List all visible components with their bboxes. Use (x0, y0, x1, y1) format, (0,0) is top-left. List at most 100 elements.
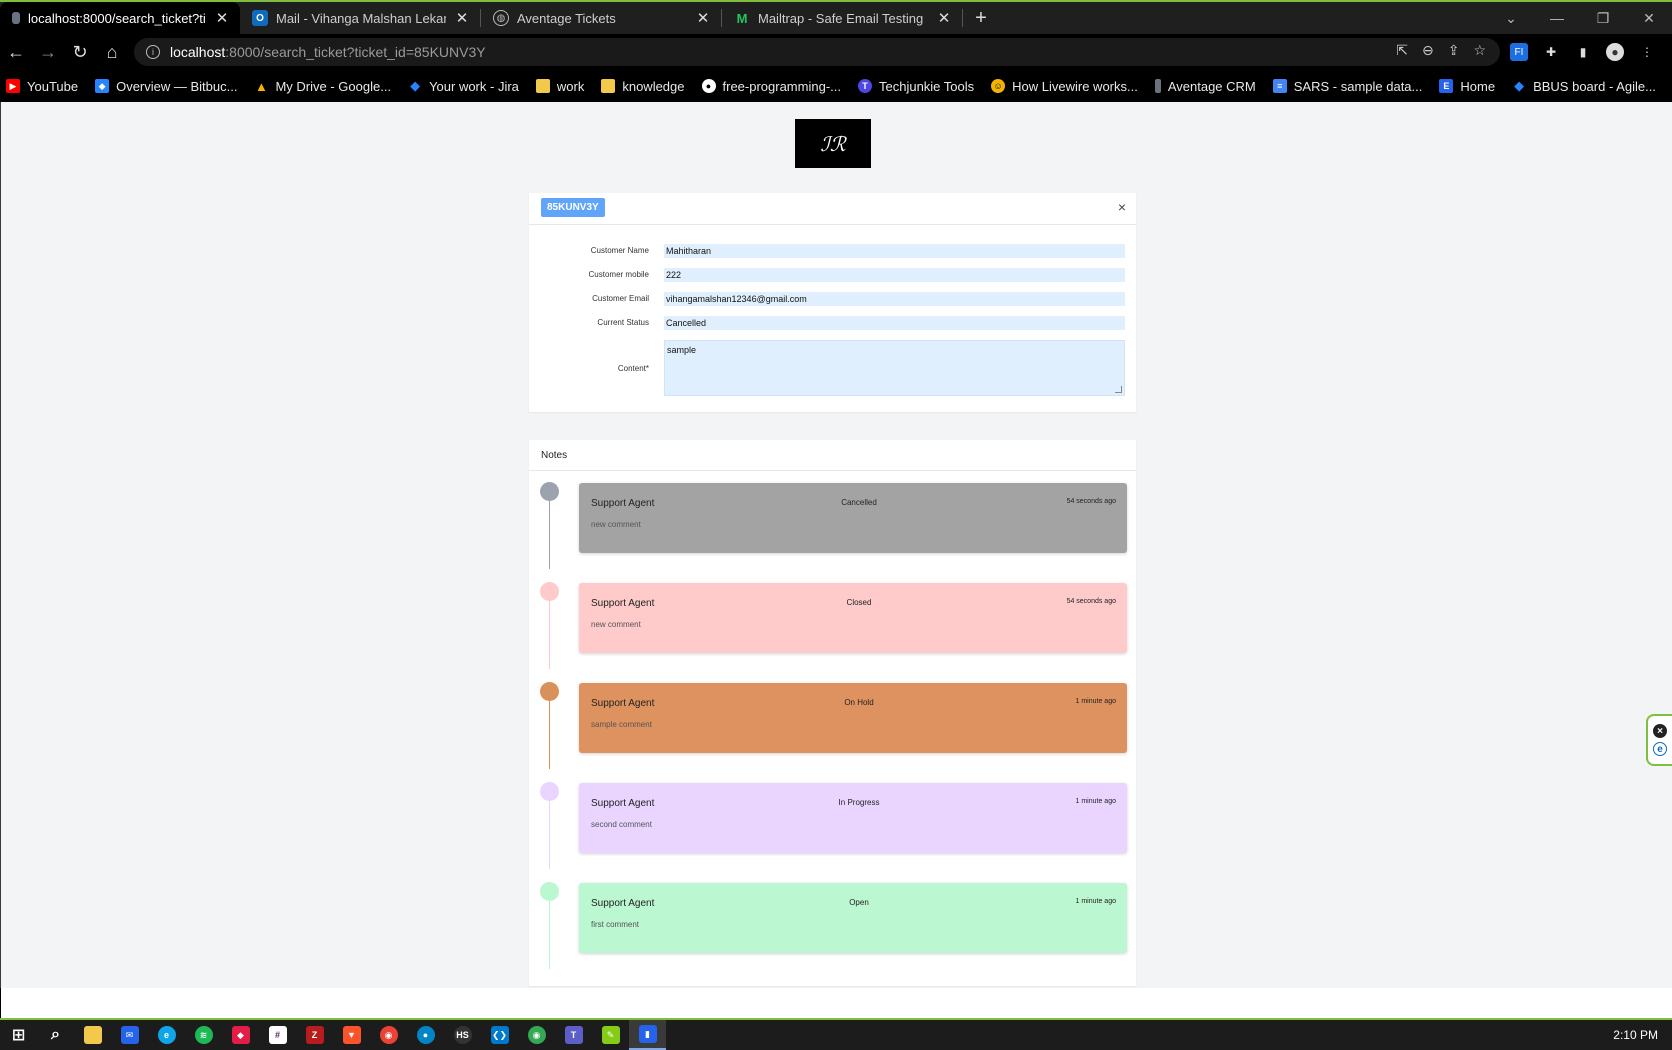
edge-side-widget: × e (1646, 714, 1672, 766)
restore-icon[interactable]: ❐ (1580, 2, 1626, 34)
taskbar-vscode[interactable]: ❮❯ (481, 1020, 518, 1050)
bookmark-bitbucket[interactable]: ◆ Overview — Bitbuc... (95, 79, 237, 94)
back-icon[interactable]: ← (0, 36, 32, 68)
close-icon[interactable]: × (1118, 199, 1126, 215)
timeline-line (549, 597, 550, 669)
customer-mobile-field[interactable]: 222 (664, 268, 1125, 282)
bookmark-github[interactable]: ● free-programming-... (701, 79, 841, 94)
bookmark-drive[interactable]: ▲ My Drive - Google... (254, 79, 391, 94)
customer-email-field[interactable]: vihangamalshan12346@gmail.com (664, 292, 1125, 306)
taskbar: ⊞ ⌕ ✉ e ≋ ◆ # Z ▼ ◉ ● HS ❮❯ ◉ T ✎ ▮ 2:10… (0, 1018, 1672, 1050)
forward-icon[interactable]: → (32, 36, 64, 68)
tab-mailtrap[interactable]: M Mailtrap - Safe Email Testing ✕ (722, 2, 962, 34)
note-author: Support Agent (591, 898, 655, 909)
zoom-icon[interactable]: ⊖ (1422, 42, 1434, 59)
teams-icon: T (564, 1026, 583, 1044)
extensions-puzzle-icon[interactable]: ✚ (1542, 43, 1560, 61)
new-tab-button[interactable]: + (963, 2, 999, 34)
bookmark-bbus[interactable]: ◆ BBUS board - Agile... (1512, 78, 1656, 94)
tab-aventage-tickets[interactable]: ◍ Aventage Tickets ✕ (481, 2, 721, 34)
taskbar-filezilla[interactable]: Z (296, 1020, 333, 1050)
taskbar-mail[interactable]: ✉ (111, 1020, 148, 1050)
taskbar-postman[interactable]: ▮ (629, 1020, 666, 1050)
youtube-icon: ▶ (6, 79, 20, 93)
taskbar-chrome-2[interactable]: ◉ (518, 1020, 555, 1050)
bookmark-star-icon[interactable]: ☆ (1473, 42, 1486, 59)
note-item: Support Agent In Progress 1 minute ago s… (579, 783, 1127, 853)
search-button[interactable]: ⌕ (37, 1020, 74, 1050)
note-item: Support Agent On Hold 1 minute ago sampl… (579, 683, 1127, 753)
bookmark-aventage-crm[interactable]: Aventage CRM (1154, 79, 1256, 94)
bookmark-knowledge[interactable]: knowledge (601, 79, 685, 94)
avatar[interactable]: ● (1606, 43, 1624, 61)
bookmark-jira[interactable]: ◆ Your work - Jira (408, 78, 519, 94)
close-icon[interactable]: ✕ (454, 9, 470, 27)
start-button[interactable]: ⊞ (0, 1020, 37, 1050)
timeline-line (549, 897, 550, 969)
edge-e-icon[interactable]: e (1653, 742, 1667, 756)
spotify-icon: ≋ (194, 1026, 213, 1044)
bookmark-youtube[interactable]: ▶ YouTube (6, 79, 78, 94)
extension-fi-icon[interactable]: FI (1510, 43, 1528, 61)
note-item: Support Agent Closed 54 seconds ago new … (579, 583, 1127, 653)
taskbar-spotify[interactable]: ≋ (185, 1020, 222, 1050)
timeline-dot (540, 682, 559, 701)
bookmark-livewire[interactable]: ☺ How Livewire works... (991, 79, 1138, 94)
note-author: Support Agent (591, 798, 655, 809)
window-close-icon[interactable]: ✕ (1626, 2, 1672, 34)
mailtrap-icon: M (736, 10, 748, 26)
taskbar-chrome[interactable]: ◉ (370, 1020, 407, 1050)
taskbar-anydesk[interactable]: ◆ (222, 1020, 259, 1050)
folder-icon (535, 79, 550, 93)
home-icon[interactable]: ⌂ (96, 36, 128, 68)
open-in-app-icon[interactable]: ⇱ (1396, 42, 1408, 59)
bookmark-techjunkie[interactable]: T Techjunkie Tools (857, 79, 974, 94)
timeline-dot (540, 782, 559, 801)
field-label: Customer mobile (588, 270, 649, 279)
bookmark-sars[interactable]: ≡ SARS - sample data... (1272, 79, 1422, 94)
address-url[interactable]: localhost:8000/search_ticket?ticket_id=8… (170, 44, 486, 60)
address-bar[interactable]: i localhost:8000/search_ticket?ticket_id… (134, 38, 1500, 66)
taskbar-brave[interactable]: ▼ (333, 1020, 370, 1050)
note-time: 54 seconds ago (1066, 498, 1116, 505)
resize-handle-icon[interactable] (1115, 386, 1122, 393)
close-icon[interactable]: ✕ (214, 9, 230, 27)
page-icon (12, 12, 20, 24)
taskbar-heidisql[interactable]: HS (444, 1020, 481, 1050)
note-comment: new comment (591, 520, 641, 529)
bookmark-work[interactable]: work (535, 79, 584, 94)
taskbar-teams[interactable]: T (555, 1020, 592, 1050)
bookmark-home[interactable]: E Home (1439, 79, 1495, 94)
tab-strip: localhost:8000/search_ticket?tick ✕ O Ma… (0, 0, 1672, 34)
timeline-line (549, 697, 550, 769)
content-textarea[interactable]: sample (664, 340, 1125, 396)
reload-icon[interactable]: ↻ (64, 36, 96, 68)
tab-mail[interactable]: O Mail - Vihanga Malshan Lekamal ✕ (240, 2, 480, 34)
close-circle-icon[interactable]: × (1653, 724, 1667, 738)
taskbar-notepad[interactable]: ✎ (592, 1020, 629, 1050)
tab-search-icon[interactable]: ⌄ (1488, 2, 1534, 34)
timeline-dot (540, 482, 559, 501)
side-panel-icon[interactable]: ▮ (1574, 43, 1592, 61)
current-status-field[interactable]: Cancelled (664, 316, 1125, 330)
taskbar-explorer[interactable] (74, 1020, 111, 1050)
share-icon[interactable]: ⇪ (1448, 42, 1460, 59)
close-icon[interactable]: ✕ (695, 9, 711, 27)
windows-icon: ⊞ (11, 1027, 26, 1044)
site-info-icon[interactable]: i (146, 45, 160, 59)
slack-icon: # (268, 1026, 287, 1044)
taskbar-edge[interactable]: e (148, 1020, 185, 1050)
ticket-header: 85KUNV3Y × (529, 193, 1136, 225)
minimize-icon[interactable]: — (1534, 2, 1580, 34)
postman-icon: ▮ (638, 1025, 657, 1043)
timeline-dot (540, 582, 559, 601)
taskbar-app[interactable]: ● (407, 1020, 444, 1050)
menu-icon[interactable]: ⋮ (1638, 43, 1656, 61)
note-status: Cancelled (841, 498, 877, 507)
customer-name-field[interactable]: Mahitharan (664, 244, 1125, 258)
note-time: 54 seconds ago (1066, 598, 1116, 605)
tab-search-ticket[interactable]: localhost:8000/search_ticket?tick ✕ (0, 2, 240, 34)
taskbar-slack[interactable]: # (259, 1020, 296, 1050)
note-time: 1 minute ago (1075, 798, 1116, 805)
close-icon[interactable]: ✕ (936, 9, 952, 27)
